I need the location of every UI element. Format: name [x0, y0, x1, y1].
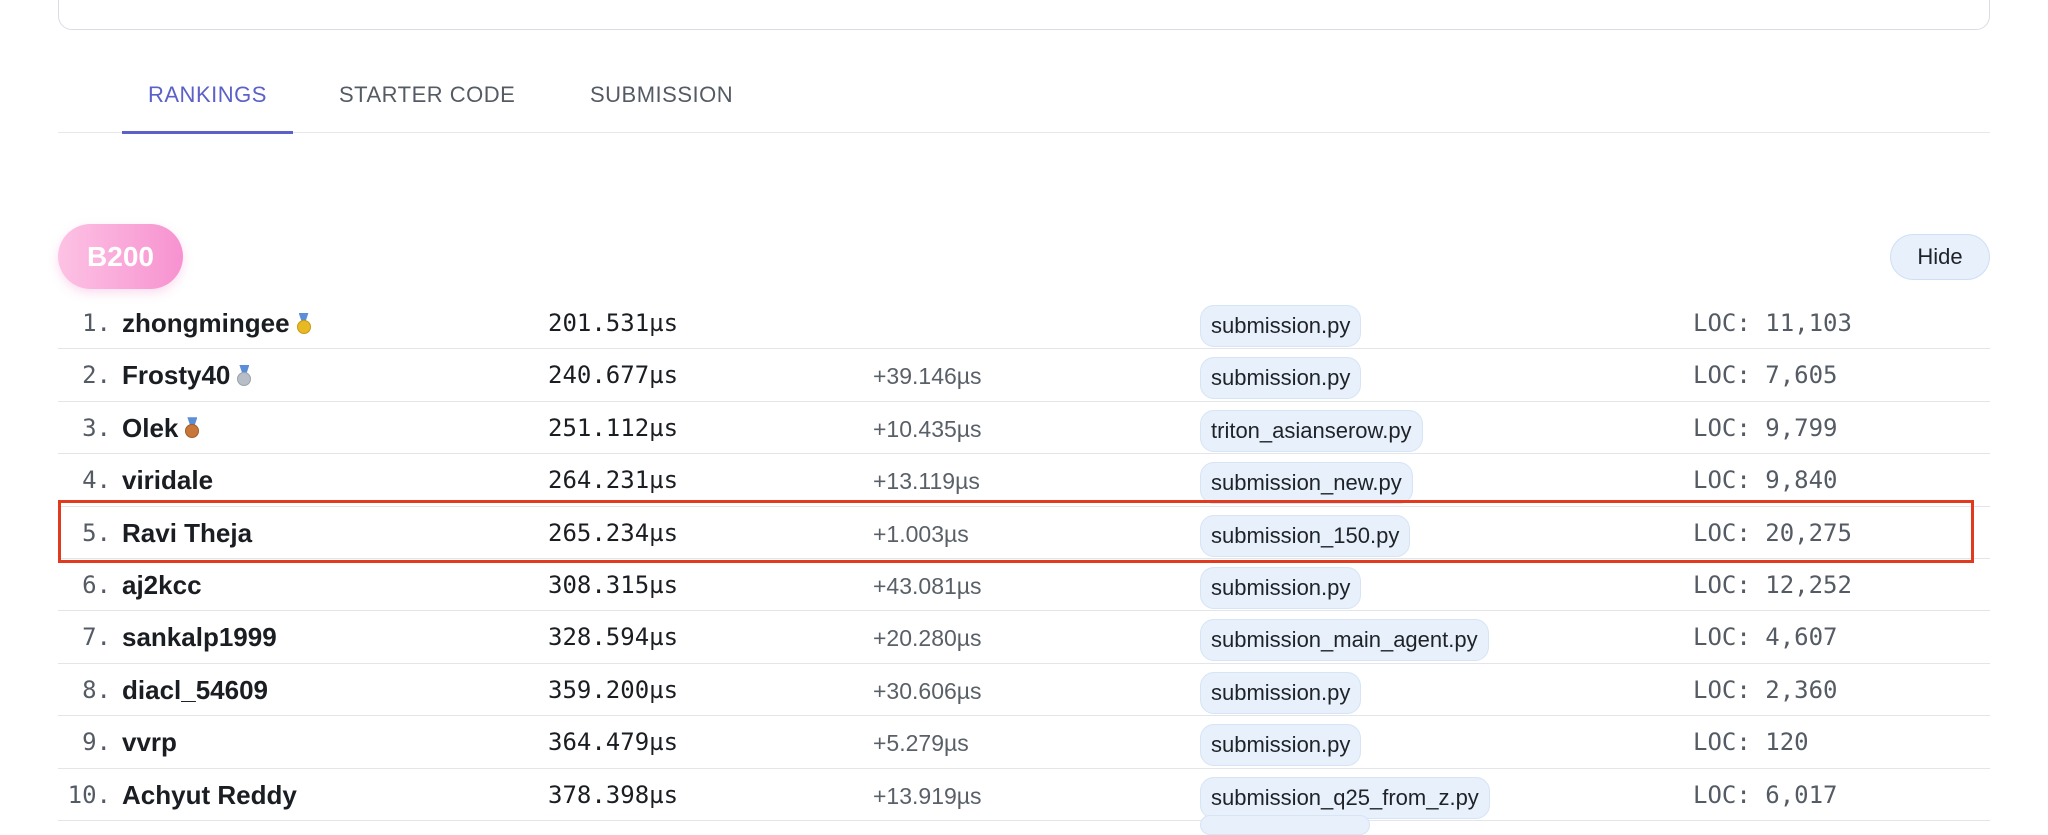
bronze-medal-icon [184, 417, 200, 439]
user-name-text: Achyut Reddy [122, 779, 297, 810]
user-name: diacl_54609 [122, 675, 268, 706]
user-name-text: aj2kcc [122, 569, 202, 600]
rank-number: 4. [82, 466, 111, 495]
score-time: 359.200µs [548, 675, 679, 704]
table-row: 2. Frosty40 240.677µs +39.146µs submission.p… [58, 349, 1990, 402]
score-time: 378.398µs [548, 780, 679, 809]
lines-of-code: LOC: 9,840 [1693, 466, 1838, 495]
partial-file-chip [1200, 815, 1370, 835]
time-delta: +30.606µs [873, 677, 982, 704]
gold-medal-icon [296, 312, 312, 335]
silver-medal-icon [236, 364, 252, 387]
time-delta: +20.280µs [873, 625, 982, 652]
score-time: 308.315µs [548, 570, 679, 599]
user-name-text: vvrp [122, 727, 177, 758]
user-name: viridale [122, 465, 213, 496]
table-row: 5. Ravi Theja 265.234µs +1.003µs submission_… [58, 507, 1990, 559]
time-delta: +13.919µs [873, 782, 982, 809]
user-name: Frosty40 [122, 360, 252, 391]
table-row: 6. aj2kcc 308.315µs +43.081µs submission.py L… [58, 559, 1990, 612]
gpu-badge: B200 [58, 224, 183, 289]
submission-file-chip[interactable]: submission.py [1200, 305, 1362, 347]
rank-number: 6. [82, 570, 111, 599]
lines-of-code: LOC: 2,360 [1693, 675, 1838, 704]
user-name-text: Olek [122, 412, 179, 443]
user-name-text: zhongmingee [122, 308, 290, 338]
user-name: Achyut Reddy [122, 780, 297, 811]
score-time: 201.531µs [548, 309, 679, 337]
time-delta: +5.279µs [873, 730, 969, 757]
lines-of-code: LOC: 12,252 [1693, 570, 1852, 599]
submission-file-chip[interactable]: triton_asianserow.py [1200, 409, 1423, 452]
submission-file-chip[interactable]: submission.py [1200, 566, 1362, 609]
submission-file-chip[interactable]: submission_150.py [1200, 514, 1411, 557]
table-row: 1. zhongmingee 201.531µs submission.py LOC: … [58, 297, 1990, 350]
submission-file-chip[interactable]: submission_main_agent.py [1200, 619, 1489, 662]
rank-number: 3. [82, 413, 111, 442]
submission-file-chip[interactable]: submission.py [1200, 671, 1362, 714]
time-delta: +13.119µs [873, 468, 980, 495]
tab-bar: RANKINGS STARTER CODE SUBMISSION [58, 70, 1990, 134]
table-row: 4. viridale 264.231µs +13.119µs submission_n… [58, 454, 1990, 507]
rank-number: 8. [82, 675, 111, 704]
rank-number: 1. [82, 309, 111, 337]
rank-number: 5. [82, 518, 111, 547]
table-row: 3. Olek 251.112µs +10.435µs triton_asiansero… [58, 402, 1990, 455]
table-row: 9. vvrp 364.479µs +5.279µs submission.py LOC:… [58, 716, 1990, 769]
submission-file-chip[interactable]: submission_q25_from_z.py [1200, 776, 1490, 819]
rank-number: 10. [67, 780, 111, 809]
table-row: 8. diacl_54609 359.200µs +30.606µs submissio… [58, 664, 1990, 717]
user-name: aj2kcc [122, 570, 202, 601]
tab-rankings[interactable]: RANKINGS [122, 82, 293, 134]
lines-of-code: LOC: 4,607 [1693, 623, 1838, 652]
lines-of-code: LOC: 6,017 [1693, 780, 1838, 809]
score-time: 364.479µs [548, 728, 679, 757]
user-name-text: sankalp1999 [122, 622, 277, 653]
score-time: 265.234µs [548, 518, 679, 547]
lines-of-code: LOC: 11,103 [1693, 309, 1852, 337]
user-name: vvrp [122, 727, 177, 758]
lines-of-code: LOC: 20,275 [1693, 518, 1852, 547]
rankings-table: 1. zhongmingee 201.531µs submission.py LOC: … [58, 297, 1990, 821]
user-name-text: viridale [122, 465, 214, 496]
time-delta: +1.003µs [873, 520, 969, 547]
score-time: 264.231µs [548, 466, 679, 495]
user-name: sankalp1999 [122, 622, 277, 653]
user-name: Olek [122, 413, 200, 444]
user-name-text: diacl_54609 [122, 674, 269, 705]
tab-submission[interactable]: SUBMISSION [564, 82, 759, 133]
tab-starter-code[interactable]: STARTER CODE [313, 82, 541, 133]
table-row: 7. sankalp1999 328.594µs +20.280µs submissio… [58, 611, 1990, 664]
user-name-text: Ravi Theja [122, 517, 253, 548]
score-time: 328.594µs [548, 623, 679, 652]
time-delta: +39.146µs [873, 363, 982, 390]
score-time: 251.112µs [548, 413, 679, 442]
time-delta: +10.435µs [873, 415, 982, 442]
user-name-text: Frosty40 [122, 360, 231, 391]
score-time: 240.677µs [548, 361, 679, 390]
user-name: zhongmingee [122, 308, 312, 339]
lines-of-code: LOC: 9,799 [1693, 413, 1838, 442]
rank-number: 2. [82, 361, 111, 390]
rank-number: 7. [82, 623, 111, 652]
top-card [58, 0, 1990, 30]
table-row: 10. Achyut Reddy 378.398µs +13.919µs submiss… [58, 769, 1990, 821]
user-name: Ravi Theja [122, 518, 252, 549]
rank-number: 9. [82, 728, 111, 757]
lines-of-code: LOC: 120 [1693, 728, 1809, 757]
time-delta: +43.081µs [873, 572, 982, 599]
submission-file-chip[interactable]: submission_new.py [1200, 462, 1413, 505]
lines-of-code: LOC: 7,605 [1693, 361, 1838, 390]
submission-file-chip[interactable]: submission.py [1200, 357, 1362, 400]
hide-button[interactable]: Hide [1890, 234, 1990, 280]
submission-file-chip[interactable]: submission.py [1200, 724, 1362, 767]
